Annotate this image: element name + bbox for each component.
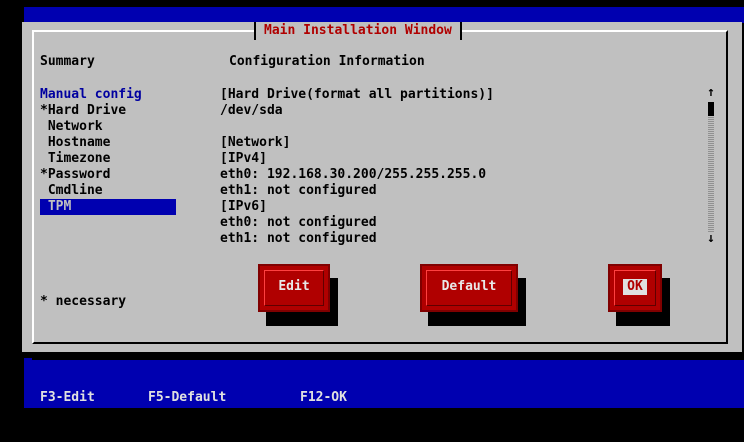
info-line: [Network] bbox=[220, 135, 291, 150]
summary-header: Summary bbox=[40, 54, 95, 69]
scroll-track[interactable] bbox=[708, 102, 714, 232]
info-line bbox=[220, 119, 494, 135]
info-line: [IPv4] bbox=[220, 151, 267, 166]
config-scrollbar[interactable]: ↑ ↓ bbox=[706, 86, 716, 246]
ok-button-label: OK bbox=[623, 279, 647, 295]
info-line: eth1: not configured bbox=[220, 231, 377, 246]
summary-item-hostname[interactable]: Hostname bbox=[40, 135, 176, 151]
ok-button-label-wrap: OK bbox=[610, 279, 660, 295]
summary-item-cmdline[interactable]: Cmdline bbox=[40, 183, 176, 199]
scroll-up-arrow-icon[interactable]: ↑ bbox=[706, 86, 716, 100]
scroll-thumb[interactable] bbox=[708, 102, 714, 116]
main-installation-dialog: Main Installation Window Summary Configu… bbox=[22, 22, 742, 352]
dialog-shadow bbox=[32, 352, 744, 360]
summary-item-hard-drive[interactable]: *Hard Drive bbox=[40, 103, 176, 119]
info-line: [IPv6] bbox=[220, 199, 267, 214]
top-background-bar bbox=[24, 7, 744, 23]
summary-item-network[interactable]: Network bbox=[40, 119, 176, 135]
window-title: Main Installation Window bbox=[254, 22, 462, 40]
info-line: eth0: 192.168.30.200/255.255.255.0 bbox=[220, 167, 487, 182]
summary-item-tpm[interactable]: TPM bbox=[40, 199, 176, 215]
info-line: eth1: not configured bbox=[220, 183, 377, 198]
f3-edit-hint: F3-Edit bbox=[40, 390, 95, 405]
info-line: /dev/sda bbox=[220, 103, 283, 118]
scroll-down-arrow-icon[interactable]: ↓ bbox=[706, 232, 716, 246]
default-button[interactable]: Default bbox=[420, 264, 518, 312]
necessary-note: * necessary bbox=[40, 294, 127, 309]
summary-item-timezone[interactable]: Timezone bbox=[40, 151, 176, 167]
ok-button[interactable]: OK bbox=[608, 264, 662, 312]
info-line: eth0: not configured bbox=[220, 215, 377, 230]
edit-button[interactable]: Edit bbox=[258, 264, 330, 312]
f5-default-hint: F5-Default bbox=[148, 390, 227, 405]
edit-button-label: Edit bbox=[278, 279, 310, 294]
screen: Main Installation Window Summary Configu… bbox=[0, 0, 744, 442]
default-button-label: Default bbox=[441, 279, 497, 294]
bottom-background-strip bbox=[24, 358, 744, 374]
configuration-info-list: [Hard Drive(format all partitions)] /dev… bbox=[220, 87, 494, 247]
summary-list: Manual config *Hard Drive Network Hostna… bbox=[40, 87, 176, 215]
summary-item-password[interactable]: *Password bbox=[40, 167, 176, 183]
function-key-bar bbox=[24, 374, 744, 408]
info-line: [Hard Drive(format all partitions)] bbox=[220, 87, 494, 102]
f12-ok-hint: F12-OK bbox=[300, 390, 347, 405]
configuration-header: Configuration Information bbox=[229, 54, 425, 69]
summary-item-manual-config[interactable]: Manual config bbox=[40, 87, 176, 103]
